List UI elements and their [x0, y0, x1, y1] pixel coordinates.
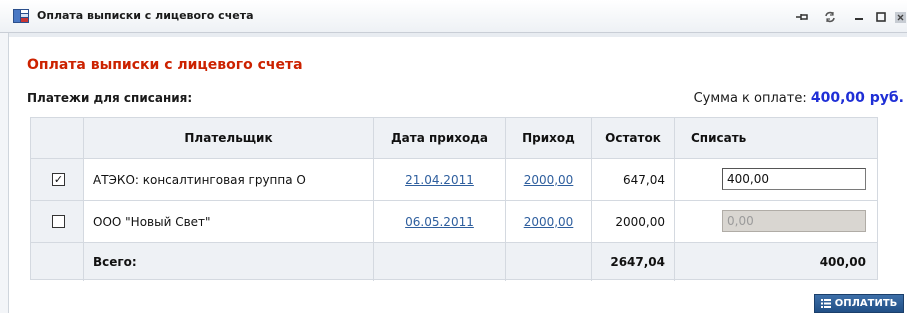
- maximize-icon[interactable]: [872, 8, 890, 26]
- page-title: Оплата выписки с лицевого счета: [27, 57, 303, 73]
- payments-label: Платежи для списания:: [27, 91, 193, 105]
- remainder-value: 647,04: [623, 172, 665, 187]
- total-label: Всего:: [93, 255, 137, 269]
- payer-name: АТЭКО: консалтинговая группа О: [93, 172, 306, 187]
- col-header-payer: Плательщик: [184, 131, 273, 145]
- total-remainder: 2647,04: [610, 255, 665, 269]
- date-link[interactable]: 06.05.2011: [374, 201, 505, 242]
- sum-label: Сумма к оплате:: [693, 91, 807, 106]
- payer-name: ООО "Новый Свет": [93, 214, 211, 229]
- col-header-writeoff: Списать: [691, 131, 747, 145]
- writeoff-input[interactable]: [722, 168, 866, 190]
- col-header-remainder: Остаток: [605, 131, 661, 145]
- col-header-date: Дата прихода: [390, 131, 489, 145]
- pin-icon[interactable]: [793, 8, 811, 26]
- minimize-icon[interactable]: [850, 8, 868, 26]
- writeoff-input[interactable]: [722, 210, 866, 232]
- refresh-icon[interactable]: [821, 8, 839, 26]
- pay-button-label: ОПЛАТИТЬ: [834, 298, 898, 309]
- close-icon[interactable]: [894, 8, 907, 26]
- row-checkbox[interactable]: [52, 215, 65, 228]
- list-icon: [820, 299, 831, 308]
- window-frame-top: [9, 33, 907, 37]
- window-title: Оплата выписки с лицевого счета: [37, 9, 254, 22]
- income-link[interactable]: 2000,00: [506, 201, 591, 242]
- col-header-income: Приход: [522, 131, 575, 145]
- sum-to-pay: Сумма к оплате: 400,00 руб.: [694, 90, 904, 106]
- window-titlebar: Оплата выписки с лицевого счета: [0, 0, 907, 33]
- window-frame-left: [0, 33, 9, 313]
- income-link[interactable]: 2000,00: [506, 159, 591, 200]
- app-window-icon: [13, 9, 29, 23]
- payments-table: Плательщик Дата прихода Приход Остаток С…: [30, 117, 878, 281]
- date-link[interactable]: 21.04.2011: [374, 159, 505, 200]
- pay-button[interactable]: ОПЛАТИТЬ: [814, 294, 904, 313]
- row-checkbox[interactable]: ✓: [52, 173, 65, 186]
- remainder-value: 2000,00: [615, 214, 665, 229]
- sum-amount: 400,00 руб.: [810, 90, 904, 106]
- total-writeoff: 400,00: [819, 255, 866, 269]
